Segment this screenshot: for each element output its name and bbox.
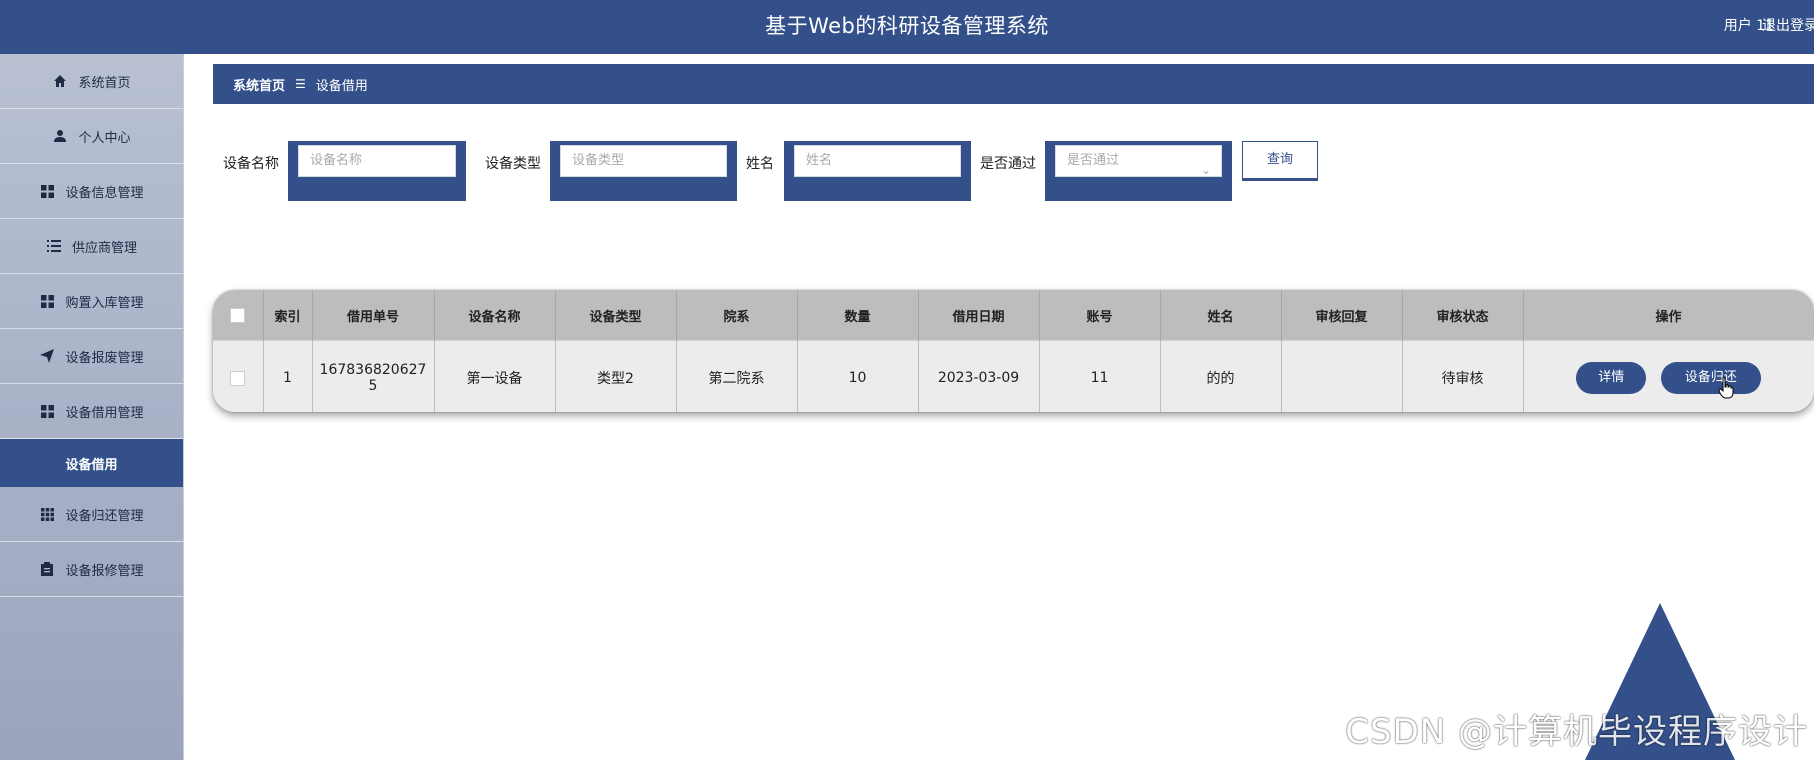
pass-status-placeholder: 是否通过 bbox=[1067, 153, 1120, 168]
column-header: 操作 bbox=[1523, 290, 1814, 341]
column-header: 姓名 bbox=[1160, 290, 1282, 341]
table-header-row: 索引 借用单号 设备名称 设备类型 院系 数量 借用日期 账号 姓名 审核回复 … bbox=[213, 290, 1814, 341]
sidebar-item-profile[interactable]: 个人中心 bbox=[0, 109, 183, 164]
sidebar-item-label: 供应商管理 bbox=[71, 240, 137, 256]
sidebar-item-borrow[interactable]: 设备借用管理 bbox=[0, 384, 183, 439]
list-icon bbox=[46, 238, 62, 254]
row-select-cell bbox=[213, 340, 264, 412]
borrow-date-cell: 2023-03-09 bbox=[918, 340, 1040, 412]
sidebar-item-repair[interactable]: 设备报修管理 bbox=[0, 542, 183, 597]
home-icon bbox=[52, 73, 68, 89]
logout-link[interactable]: 退出登录 bbox=[1762, 0, 1814, 52]
sidebar-item-label: 设备信息管理 bbox=[65, 185, 144, 201]
breadcrumb-current: 设备借用 bbox=[315, 78, 368, 94]
person-icon bbox=[52, 128, 68, 144]
grid-icon bbox=[39, 403, 55, 419]
pass-status-label: 是否通过 bbox=[980, 156, 1036, 172]
sidebar-item-label: 购置入库管理 bbox=[65, 295, 144, 311]
menu-icon: ☰ bbox=[295, 77, 306, 91]
sidebar-item-label: 设备归还管理 bbox=[65, 508, 144, 524]
device-type-input[interactable]: 设备类型 bbox=[560, 145, 727, 177]
device-name-field: 设备名称 bbox=[288, 141, 466, 201]
sidebar-item-label: 设备报废管理 bbox=[65, 350, 144, 366]
column-header: 借用单号 bbox=[312, 290, 435, 341]
column-header: 数量 bbox=[797, 290, 919, 341]
device-name-cell: 第一设备 bbox=[434, 340, 556, 412]
sidebar-item-purchase[interactable]: 购置入库管理 bbox=[0, 274, 183, 329]
column-header: 账号 bbox=[1039, 290, 1161, 341]
sidebar-item-label: 个人中心 bbox=[78, 130, 131, 146]
select-all-checkbox[interactable] bbox=[230, 307, 246, 323]
breadcrumb: 系统首页 ☰ 设备借用 bbox=[213, 64, 1814, 104]
column-header: 审核状态 bbox=[1402, 290, 1524, 341]
sidebar-item-label: 设备报修管理 bbox=[65, 563, 144, 579]
quantity-cell: 10 bbox=[797, 340, 919, 412]
column-header: 院系 bbox=[676, 290, 798, 341]
clipboard-icon bbox=[39, 561, 55, 577]
review-reply-cell bbox=[1281, 340, 1403, 412]
system-title: 基于Web的科研设备管理系统 bbox=[765, 14, 1049, 38]
column-header: 索引 bbox=[263, 290, 313, 341]
row-checkbox[interactable] bbox=[230, 370, 246, 386]
grid-icon bbox=[39, 293, 55, 309]
sidebar: 系统首页 个人中心 设备信息管理 供应商管理 购置入库管理 设备报废管理 设备借… bbox=[0, 54, 184, 760]
hand-cursor-icon bbox=[1718, 377, 1734, 403]
sidebar-item-device-info[interactable]: 设备信息管理 bbox=[0, 164, 183, 219]
return-device-button[interactable]: 设备归还 bbox=[1660, 362, 1761, 394]
device-name-input[interactable]: 设备名称 bbox=[298, 145, 456, 177]
query-button[interactable]: 查询 bbox=[1242, 141, 1318, 181]
actions-cell: 详情 设备归还 bbox=[1523, 340, 1814, 412]
send-icon bbox=[39, 348, 55, 364]
sidebar-subitem-borrow-active[interactable]: 设备借用 bbox=[0, 439, 183, 487]
person-name-label: 姓名 bbox=[746, 156, 774, 172]
chevron-down-icon: ⌄ bbox=[1200, 163, 1211, 177]
table-row: 1 167836820627 5 第一设备 类型2 第二院系 10 2023-0… bbox=[213, 340, 1814, 412]
sidebar-item-label: 系统首页 bbox=[78, 75, 131, 91]
index-cell: 1 bbox=[263, 340, 313, 412]
name-cell: 的的 bbox=[1160, 340, 1282, 412]
device-type-field: 设备类型 bbox=[550, 141, 737, 201]
sidebar-item-home[interactable]: 系统首页 bbox=[0, 54, 183, 109]
device-type-cell: 类型2 bbox=[555, 340, 677, 412]
column-header: 设备类型 bbox=[555, 290, 677, 341]
top-header: 基于Web的科研设备管理系统 用户 11 退出登录 bbox=[0, 0, 1814, 54]
breadcrumb-home[interactable]: 系统首页 bbox=[233, 75, 285, 94]
borrow-table: 索引 借用单号 设备名称 设备类型 院系 数量 借用日期 账号 姓名 审核回复 … bbox=[213, 290, 1814, 412]
watermark-text: CSDN @计算机毕设程序设计 bbox=[1345, 712, 1808, 752]
pass-status-field: 是否通过 ⌄ bbox=[1045, 141, 1232, 201]
column-header: 借用日期 bbox=[918, 290, 1040, 341]
column-header: 审核回复 bbox=[1281, 290, 1403, 341]
review-status-cell: 待审核 bbox=[1402, 340, 1524, 412]
apps-icon bbox=[39, 506, 55, 522]
grid-icon bbox=[39, 183, 55, 199]
device-name-label: 设备名称 bbox=[223, 156, 279, 172]
order-no-line: 167836820627 bbox=[319, 362, 427, 378]
person-name-input[interactable]: 姓名 bbox=[794, 145, 961, 177]
column-header: 设备名称 bbox=[434, 290, 556, 341]
order-no-cell: 167836820627 5 bbox=[312, 340, 435, 412]
department-cell: 第二院系 bbox=[676, 340, 798, 412]
detail-button[interactable]: 详情 bbox=[1576, 362, 1647, 394]
select-all-cell bbox=[213, 290, 264, 341]
sidebar-item-label: 设备借用管理 bbox=[65, 405, 144, 421]
sidebar-item-return[interactable]: 设备归还管理 bbox=[0, 487, 183, 542]
device-type-label: 设备类型 bbox=[485, 156, 541, 172]
sidebar-item-scrap[interactable]: 设备报废管理 bbox=[0, 329, 183, 384]
sidebar-item-supplier[interactable]: 供应商管理 bbox=[0, 219, 183, 274]
order-no-line: 5 bbox=[368, 378, 378, 394]
person-name-field: 姓名 bbox=[784, 141, 971, 201]
pass-status-select[interactable]: 是否通过 ⌄ bbox=[1055, 145, 1222, 177]
account-cell: 11 bbox=[1039, 340, 1161, 412]
